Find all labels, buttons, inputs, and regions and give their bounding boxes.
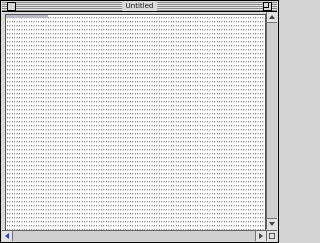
arrow-up-icon[interactable] xyxy=(266,12,277,23)
window-title: Untitled xyxy=(121,1,158,11)
zoom-box-icon[interactable] xyxy=(263,2,272,11)
resize-grip-icon[interactable] xyxy=(266,230,277,241)
document-window: Untitled ,,,,,,,,,,,,,,,,,,,,,,,,,,,,,,,… xyxy=(0,0,279,243)
vertical-scrollbar[interactable] xyxy=(266,12,277,229)
document-content[interactable]: ,,,,,,,,,,,,,,,,,,,,,,,,,,,,,,,,,,,,,,,,… xyxy=(5,14,266,231)
arrow-left-icon[interactable] xyxy=(2,230,13,241)
arrow-right-icon[interactable] xyxy=(255,230,266,241)
selection-highlight xyxy=(6,15,48,18)
ascii-art-text[interactable]: ,,,,,,,,,,,,,,,,,,,,,,,,,,,,,,,,,,,,,,,,… xyxy=(6,15,265,230)
title-bar[interactable]: Untitled xyxy=(2,1,277,12)
horizontal-scrollbar[interactable] xyxy=(2,230,267,241)
arrow-down-icon[interactable] xyxy=(266,218,277,229)
close-box-icon[interactable] xyxy=(7,2,16,11)
